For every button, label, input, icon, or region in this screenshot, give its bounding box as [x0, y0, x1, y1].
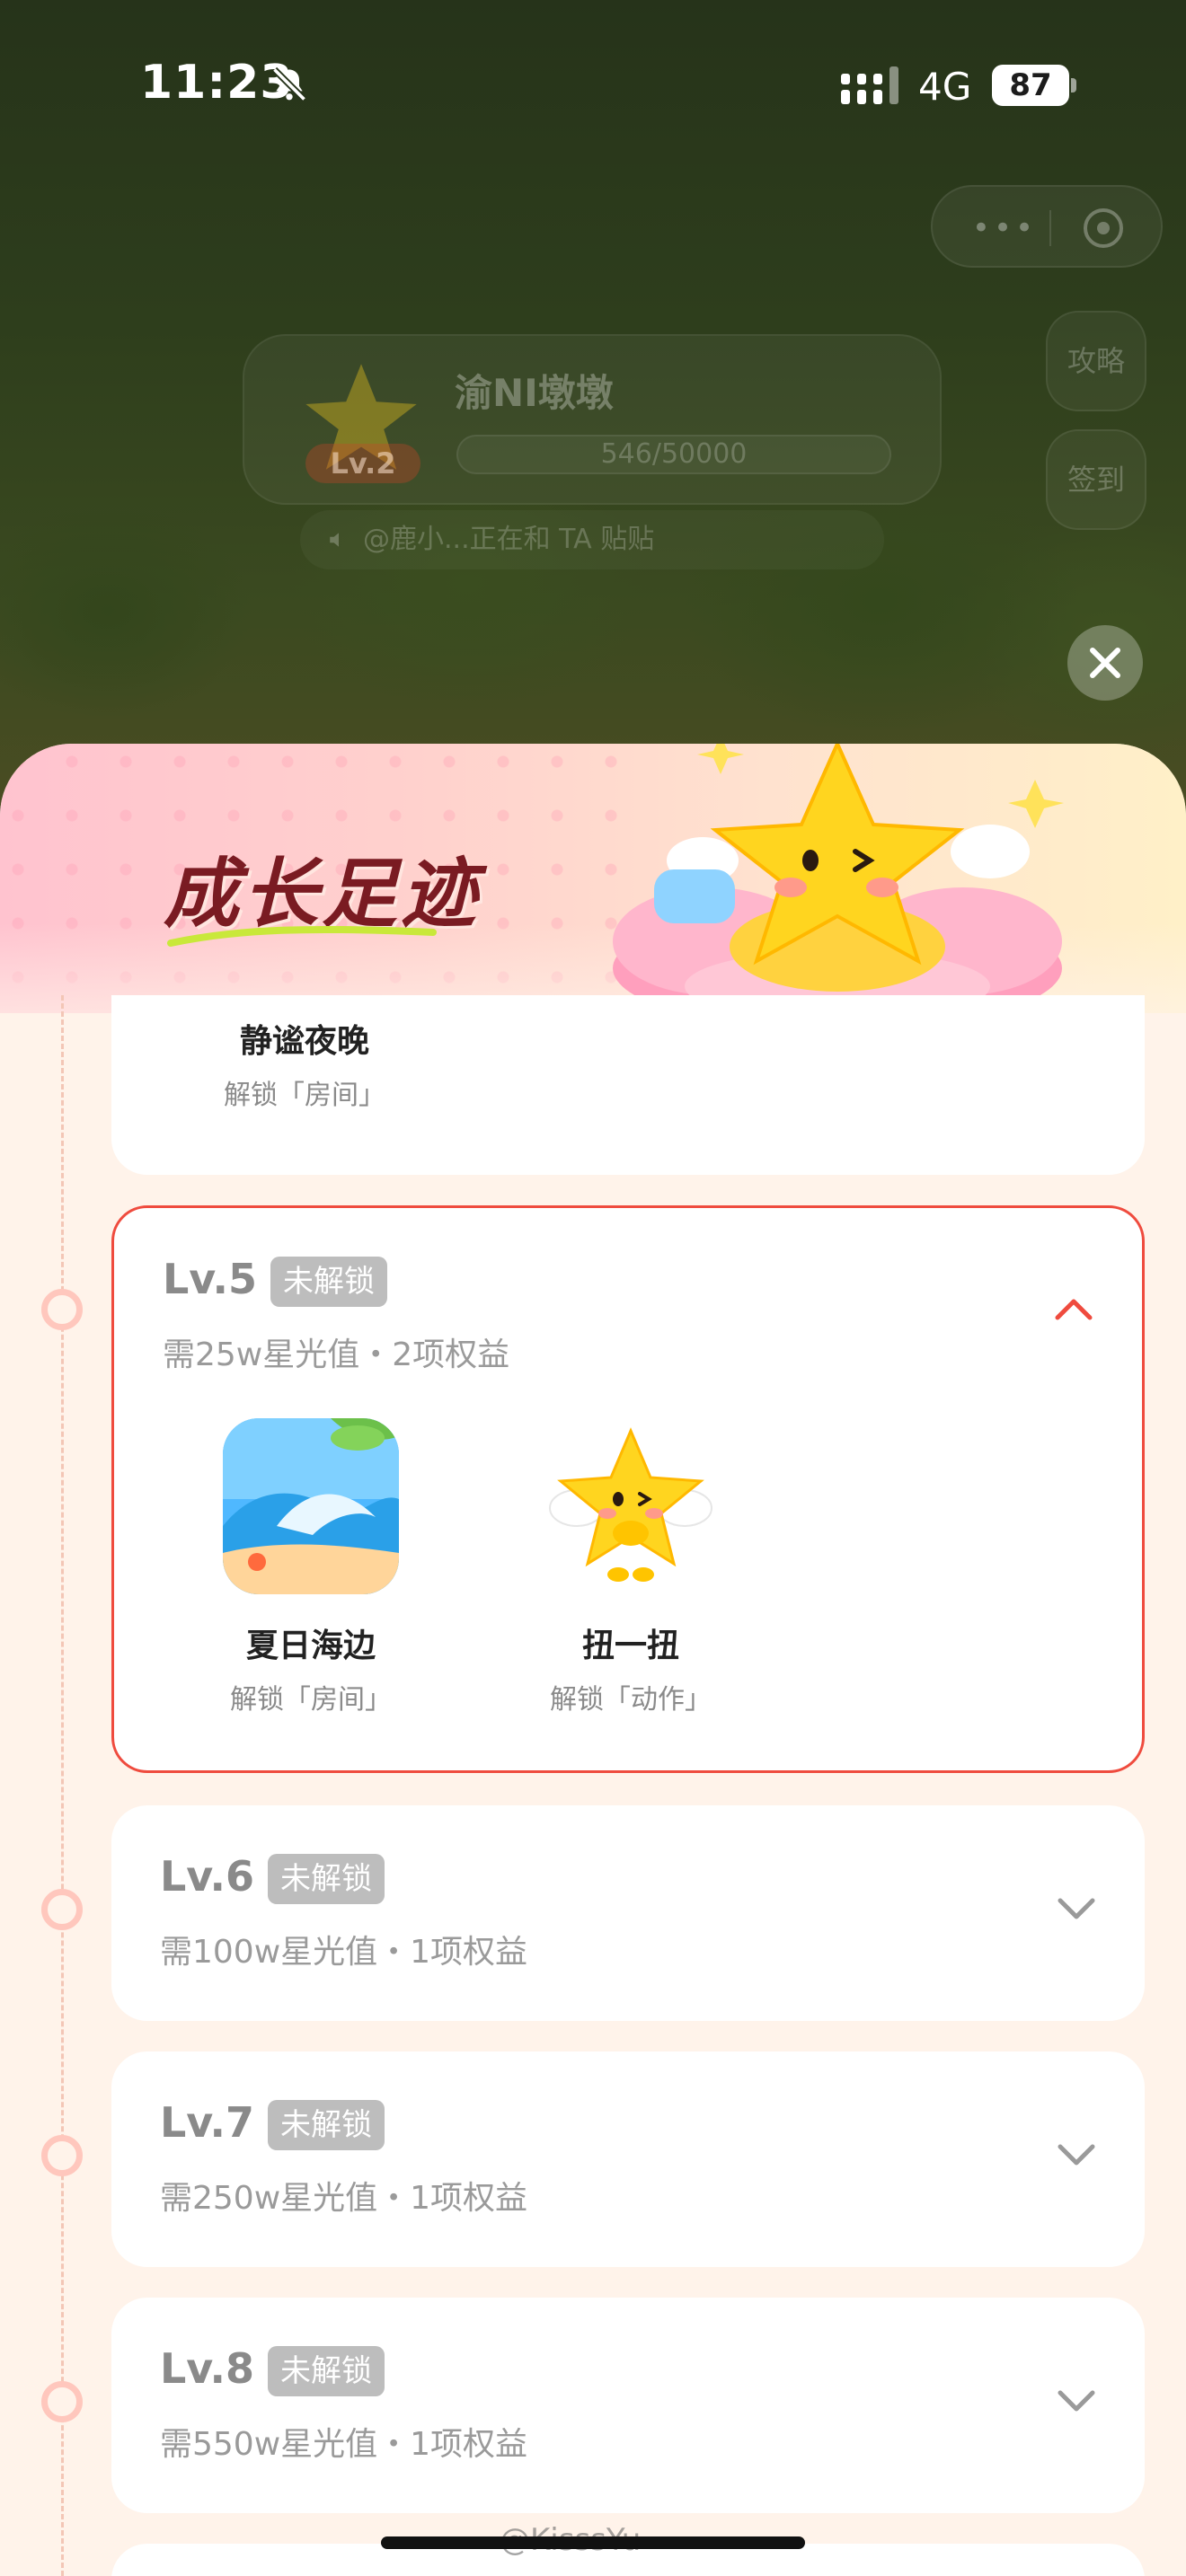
timeline-dot-lv5 [41, 1289, 83, 1330]
reward-item-summer-beach[interactable]: 夏日海边 解锁「房间」 [199, 1418, 423, 1716]
reward-item[interactable]: 静谧夜晚 解锁「房间」 [192, 995, 417, 1112]
locked-badge: 未解锁 [268, 2346, 385, 2396]
more-icon[interactable]: ••• [969, 212, 1040, 244]
bell-slash-icon [271, 66, 307, 102]
profile-progress: 546/50000 [456, 435, 891, 474]
reward-name: 静谧夜晚 [239, 1023, 369, 1060]
timeline-dot-lv7 [41, 2135, 83, 2176]
notice-text: @鹿小...正在和 TA 贴贴 [363, 524, 655, 555]
level-label: Lv.8 [160, 2344, 255, 2393]
beach-room-thumbnail [223, 1418, 399, 1594]
level-label: Lv.7 [160, 2098, 255, 2147]
speaker-icon [330, 533, 339, 547]
reward-sub: 解锁「房间」 [224, 1080, 385, 1111]
capsule-close-icon[interactable] [1082, 207, 1125, 250]
network-type: 4G [918, 65, 972, 109]
chevron-down-icon[interactable] [1057, 2141, 1096, 2166]
timeline-dot-lv8 [41, 2381, 83, 2422]
level-card-lv7[interactable]: Lv.7 未解锁 需250w星光值・1项权益 [111, 2051, 1145, 2267]
locked-badge: 未解锁 [268, 1854, 385, 1904]
chevron-up-icon[interactable] [1054, 1296, 1093, 1321]
close-icon [1090, 648, 1120, 678]
mini-program-capsule: ••• [931, 185, 1163, 268]
timeline-dot-lv6 [41, 1889, 83, 1930]
checkin-button[interactable]: 签到 [1046, 429, 1146, 530]
locked-badge: 未解锁 [270, 1257, 387, 1307]
chevron-down-icon[interactable] [1057, 1895, 1096, 1920]
guide-button[interactable]: 攻略 [1046, 311, 1146, 411]
notice-bar: @鹿小...正在和 TA 贴贴 [300, 510, 884, 569]
timeline-line [61, 995, 64, 2576]
profile-level-badge: Lv.2 [305, 444, 420, 483]
level-requirement: 需250w星光值・1项权益 [160, 2180, 528, 2217]
level-card-lv5[interactable]: Lv.5 未解锁 需25w星光值・2项权益 夏日海边 解锁「房间」 扭一扭 解锁… [111, 1205, 1145, 1773]
level-requirement: 需550w星光值・1项权益 [160, 2426, 528, 2463]
profile-name: 渝NI墩墩 [455, 371, 614, 415]
reward-name: 扭一扭 [581, 1628, 679, 1664]
reward-sub: 解锁「动作」 [550, 1684, 712, 1716]
profile-card: Lv.2 渝NI墩墩 546/50000 [243, 334, 942, 505]
reward-name: 夏日海边 [245, 1628, 376, 1664]
mascot-illustration [613, 744, 1064, 1013]
signal-icon [841, 66, 898, 104]
growth-sheet: 成长足迹 静谧夜晚 解锁「房间」 Lv.5 未解锁 需25w星光值・2项权益 夏… [0, 744, 1186, 2576]
level-requirement: 需25w星光值・2项权益 [163, 1337, 510, 1373]
chevron-down-icon[interactable] [1057, 2387, 1096, 2413]
reward-item-twist[interactable]: 扭一扭 解锁「动作」 [518, 1418, 743, 1716]
title-underline [167, 925, 437, 947]
level-requirement: 需100w星光值・1项权益 [160, 1934, 528, 1971]
status-bar: 11:23 4G 87 [0, 0, 1186, 171]
modal-close-button[interactable] [1067, 625, 1143, 701]
home-indicator[interactable] [381, 2536, 805, 2549]
level-card-previous: 静谧夜晚 解锁「房间」 [111, 995, 1145, 1175]
reward-sub: 解锁「房间」 [230, 1684, 392, 1716]
locked-badge: 未解锁 [268, 2100, 385, 2150]
twist-action-thumbnail [543, 1418, 719, 1594]
level-label: Lv.5 [163, 1255, 258, 1303]
battery-level: 87 [992, 65, 1069, 106]
battery-icon: 87 [992, 65, 1076, 106]
level-card-lv6[interactable]: Lv.6 未解锁 需100w星光值・1项权益 [111, 1805, 1145, 2021]
level-label: Lv.6 [160, 1852, 255, 1901]
level-card-lv8[interactable]: Lv.8 未解锁 需550w星光值・1项权益 [111, 2298, 1145, 2513]
